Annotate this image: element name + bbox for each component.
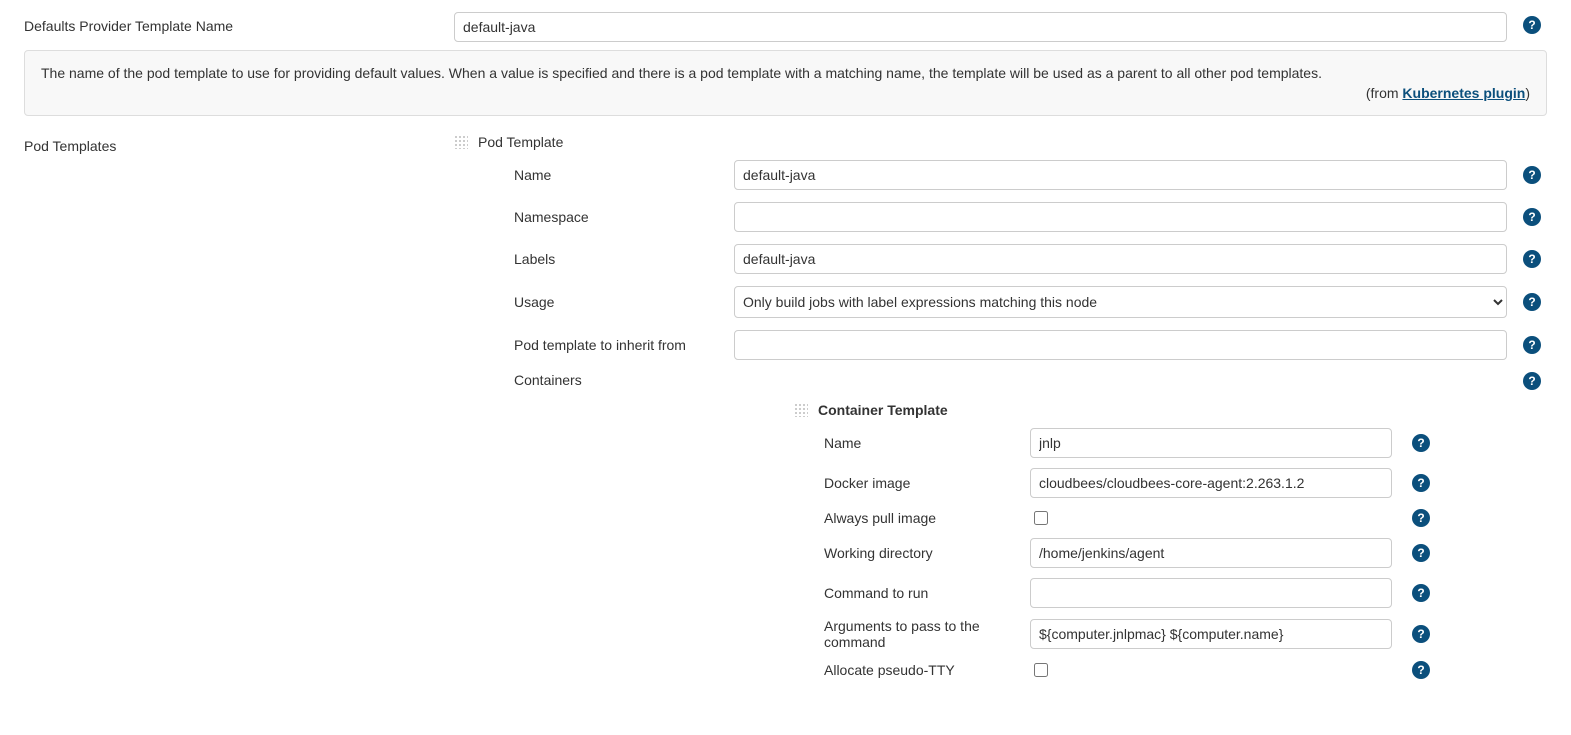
ct-workdir-input[interactable] (1030, 538, 1392, 568)
ct-workdir-label: Working directory (794, 545, 1030, 561)
ct-args-label: Arguments to pass to the command (794, 618, 1030, 650)
pod-name-input[interactable] (734, 160, 1507, 190)
pod-inherit-label: Pod template to inherit from (454, 337, 734, 353)
help-icon[interactable]: ? (1412, 434, 1430, 452)
help-icon[interactable]: ? (1412, 661, 1430, 679)
pod-inherit-input[interactable] (734, 330, 1507, 360)
kubernetes-plugin-link[interactable]: Kubernetes plugin (1402, 85, 1525, 101)
pod-usage-select[interactable]: Only build jobs with label expressions m… (734, 286, 1507, 318)
ct-tty-label: Allocate pseudo-TTY (794, 662, 1030, 678)
help-icon[interactable]: ? (1412, 584, 1430, 602)
pod-labels-label: Labels (454, 251, 734, 267)
help-icon[interactable]: ? (1523, 16, 1541, 34)
pod-labels-input[interactable] (734, 244, 1507, 274)
help-icon[interactable]: ? (1523, 336, 1541, 354)
defaults-provider-label: Defaults Provider Template Name (24, 12, 454, 34)
pod-templates-label: Pod Templates (24, 138, 116, 154)
pod-namespace-label: Namespace (454, 209, 734, 225)
help-from-prefix: (from (1366, 85, 1403, 101)
ct-args-input[interactable] (1030, 619, 1392, 649)
help-description-box: The name of the pod template to use for … (24, 50, 1547, 116)
container-template-header: Container Template (818, 402, 948, 418)
defaults-provider-input[interactable] (454, 12, 1507, 42)
help-icon[interactable]: ? (1412, 474, 1430, 492)
ct-alwayspull-label: Always pull image (794, 510, 1030, 526)
help-icon[interactable]: ? (1412, 544, 1430, 562)
ct-alwayspull-checkbox[interactable] (1034, 511, 1048, 525)
help-from: (from Kubernetes plugin) (41, 85, 1530, 101)
ct-name-label: Name (794, 435, 1030, 451)
help-icon[interactable]: ? (1523, 293, 1541, 311)
drag-handle-icon[interactable] (454, 135, 468, 149)
ct-command-label: Command to run (794, 585, 1030, 601)
ct-docker-input[interactable] (1030, 468, 1392, 498)
pod-name-label: Name (454, 167, 734, 183)
help-icon[interactable]: ? (1523, 250, 1541, 268)
help-icon[interactable]: ? (1412, 509, 1430, 527)
pod-template-header: Pod Template (478, 134, 563, 150)
help-text: The name of the pod template to use for … (41, 65, 1530, 81)
help-icon[interactable]: ? (1523, 372, 1541, 390)
ct-tty-checkbox[interactable] (1034, 663, 1048, 677)
drag-handle-icon[interactable] (794, 403, 808, 417)
help-from-suffix: ) (1525, 85, 1530, 101)
pod-containers-label: Containers (454, 372, 734, 388)
ct-command-input[interactable] (1030, 578, 1392, 608)
ct-docker-label: Docker image (794, 475, 1030, 491)
pod-usage-label: Usage (454, 294, 734, 310)
help-icon[interactable]: ? (1523, 166, 1541, 184)
help-icon[interactable]: ? (1412, 625, 1430, 643)
help-icon[interactable]: ? (1523, 208, 1541, 226)
pod-namespace-input[interactable] (734, 202, 1507, 232)
ct-name-input[interactable] (1030, 428, 1392, 458)
